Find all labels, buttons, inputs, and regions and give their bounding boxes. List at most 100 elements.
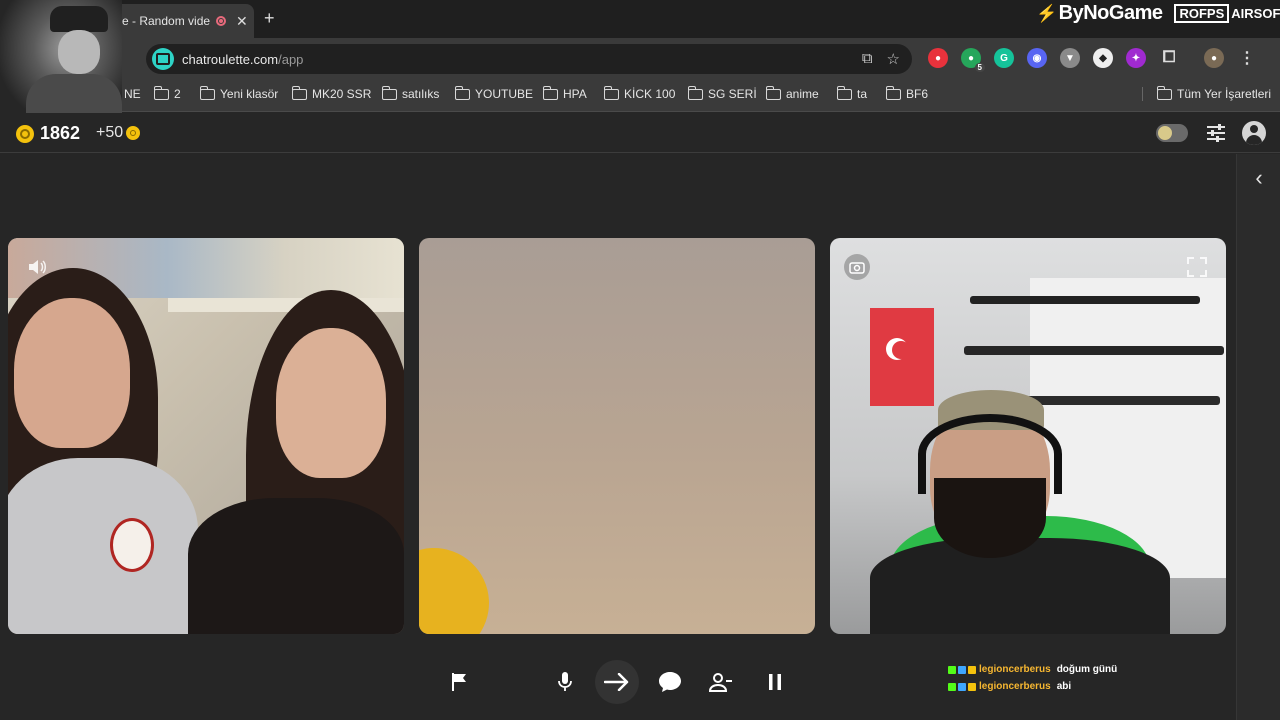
folder-icon bbox=[153, 85, 169, 100]
bookmark-label: Yeni klasör bbox=[220, 87, 279, 101]
all-bookmarks-folder[interactable]: Tüm Yer İşaretleri bbox=[1142, 85, 1272, 101]
puzzle-extensions-icon[interactable]: ⧠ bbox=[1159, 48, 1179, 68]
partner-video-left bbox=[8, 238, 404, 634]
profile-icon[interactable] bbox=[1242, 121, 1266, 145]
folder-icon bbox=[1156, 85, 1172, 100]
shield-extension-icon[interactable]: ▼ bbox=[1060, 48, 1080, 68]
bookmark-item[interactable]: NE bbox=[124, 87, 141, 101]
ublock-extension-icon[interactable]: ● bbox=[928, 48, 948, 68]
subscriber-badge-icon bbox=[968, 665, 976, 674]
moderator-badge-icon bbox=[958, 682, 966, 691]
extension-icon[interactable]: ● 5 bbox=[961, 48, 985, 72]
person-shirt bbox=[870, 538, 1170, 634]
bookmark-label: SG SERİ bbox=[708, 87, 757, 101]
translate-icon[interactable]: ⧉ bbox=[862, 50, 873, 68]
rofps-logo-text: AIRSOFT bbox=[1231, 6, 1280, 21]
portrait-overlay-image bbox=[0, 0, 122, 120]
grammarly-extension-icon[interactable]: G bbox=[994, 48, 1014, 68]
kick-badge-icon bbox=[948, 665, 956, 674]
tab-title: e - Random vide bbox=[122, 14, 211, 28]
bookmark-folder[interactable]: anime bbox=[765, 85, 819, 101]
self-video bbox=[830, 238, 1226, 634]
chevron-left-icon[interactable]: ‹ bbox=[1247, 166, 1271, 190]
chat-message: legioncerberus doğum günü bbox=[948, 661, 1117, 678]
bookmark-folder[interactable]: ta bbox=[836, 85, 868, 101]
bookmark-label: anime bbox=[786, 87, 819, 101]
chat-bubble-icon bbox=[659, 672, 681, 692]
active-tab[interactable]: e - Random vide ✕ bbox=[112, 4, 254, 38]
pause-button[interactable] bbox=[753, 660, 797, 704]
recording-indicator-icon bbox=[216, 16, 227, 26]
rofps-logo: ROFPSAIRSOFT bbox=[1174, 4, 1280, 23]
fullscreen-icon[interactable] bbox=[1184, 254, 1210, 280]
bookmark-folder[interactable]: Yeni klasör bbox=[199, 85, 279, 101]
diamond-extension-icon[interactable]: ◆ bbox=[1093, 48, 1113, 68]
microphone-icon bbox=[558, 672, 572, 691]
folder-icon bbox=[291, 85, 307, 100]
report-button[interactable] bbox=[438, 660, 482, 704]
person-shirt bbox=[8, 458, 198, 634]
bookmark-folder[interactable]: 2 bbox=[153, 85, 181, 101]
bookmark-folder[interactable]: BF6 bbox=[885, 85, 929, 101]
folder-icon bbox=[687, 85, 703, 100]
stream-chat-overlay: legioncerberus doğum günü legioncerberus… bbox=[948, 661, 1117, 695]
shirt-emblem bbox=[110, 518, 154, 572]
url-host: chatroulette.com bbox=[182, 51, 279, 67]
next-button[interactable] bbox=[595, 660, 639, 704]
bookmark-label: ta bbox=[857, 87, 868, 101]
extension-badge: 5 bbox=[974, 63, 985, 72]
chat-message: legioncerberus abi bbox=[948, 678, 1117, 695]
partner-video-center bbox=[419, 238, 815, 634]
sponsor-logos: ByNoGame ROFPSAIRSOFT bbox=[1036, 2, 1280, 25]
yellow-object bbox=[419, 532, 505, 634]
bookmark-folder[interactable]: satılıks bbox=[381, 85, 439, 101]
bookmark-folder[interactable]: KİCK 100 bbox=[603, 85, 675, 101]
bookmark-star-icon[interactable]: ☆ bbox=[887, 50, 900, 68]
chat-button[interactable] bbox=[648, 660, 692, 704]
microphone-button[interactable] bbox=[543, 660, 587, 704]
bookmark-folder[interactable]: MK20 SSR bbox=[291, 85, 372, 101]
side-panel: ‹ bbox=[1236, 154, 1280, 720]
browser-toolbar: chatroulette.com/app ⧉ ☆ ● ● 5 G ◉ ▼ ◆ ✦ … bbox=[0, 38, 1280, 80]
user-avatar-icon[interactable]: ● bbox=[1204, 48, 1224, 68]
address-bar[interactable]: chatroulette.com/app ⧉ ☆ bbox=[146, 44, 912, 74]
ai-extension-icon[interactable]: ✦ bbox=[1126, 48, 1146, 68]
coin-icon bbox=[16, 124, 34, 143]
headset bbox=[918, 414, 1062, 494]
bookmark-label: MK20 SSR bbox=[312, 87, 372, 101]
rifle bbox=[970, 296, 1200, 304]
kick-badge-icon bbox=[948, 682, 956, 691]
coin-count: 1862 bbox=[40, 123, 81, 143]
folder-icon bbox=[381, 85, 397, 100]
url-path: /app bbox=[278, 51, 304, 67]
switch-camera-icon[interactable] bbox=[844, 254, 870, 280]
close-tab-icon[interactable]: ✕ bbox=[236, 13, 248, 30]
bookmark-label: BF6 bbox=[906, 87, 929, 101]
bookmark-label: 2 bbox=[174, 87, 181, 101]
coin-bonus: +50 bbox=[96, 124, 141, 142]
bookmark-label: Tüm Yer İşaretleri bbox=[1177, 87, 1272, 101]
bookmark-folder[interactable]: YOUTUBE bbox=[454, 85, 533, 101]
add-friend-button[interactable] bbox=[699, 660, 743, 704]
folder-icon bbox=[454, 85, 470, 100]
url-text[interactable]: chatroulette.com/app bbox=[182, 52, 303, 67]
discord-extension-icon[interactable]: ◉ bbox=[1027, 48, 1047, 68]
person-face bbox=[276, 328, 386, 478]
speaker-icon[interactable] bbox=[24, 254, 50, 280]
bookmark-folder[interactable]: HPA bbox=[542, 85, 587, 101]
bookmarks-bar: NE 2 Yeni klasör MK20 SSR satılıks YOUTU… bbox=[0, 80, 1280, 112]
flag-crescent-inner bbox=[892, 341, 910, 359]
chat-username: legioncerberus bbox=[979, 681, 1051, 692]
subscriber-badge-icon bbox=[968, 682, 976, 691]
bookmark-label: NE bbox=[124, 87, 141, 101]
filters-icon[interactable] bbox=[1205, 122, 1227, 144]
bookmark-folder[interactable]: SG SERİ bbox=[687, 85, 757, 101]
turkish-flag bbox=[870, 308, 934, 406]
rofps-logo-box: ROFPS bbox=[1174, 4, 1230, 23]
site-info-icon[interactable] bbox=[152, 48, 174, 70]
theme-toggle[interactable] bbox=[1156, 124, 1188, 142]
app-header: 1862 +50 bbox=[0, 113, 1280, 153]
new-tab-button[interactable]: + bbox=[264, 8, 275, 29]
menu-dots-icon[interactable]: ⋮ bbox=[1237, 48, 1257, 68]
portrait-face bbox=[58, 30, 100, 74]
